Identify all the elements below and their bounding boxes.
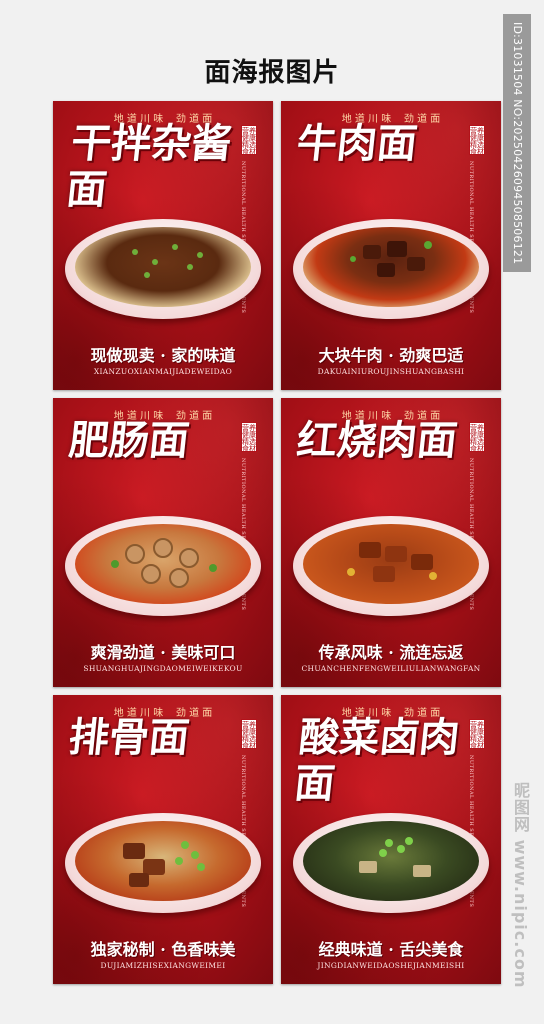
noodle-bowl-image: [65, 516, 261, 634]
watermark-id: ID:31031504 NO:20250426094508506121: [503, 14, 531, 272]
bowl-food: [303, 821, 479, 901]
beef-chunks: [350, 241, 432, 277]
bowl-food: [303, 227, 479, 307]
poster-slogan: 经典味道 · 舌尖美食: [318, 940, 464, 959]
quality-seal: 营养健康 精选食材: [241, 719, 257, 750]
dish-name: 红烧肉面: [294, 417, 460, 464]
seal-text: 营养健康 精选食材: [470, 424, 484, 453]
poster-slogan: 独家秘制 · 色香味美: [90, 940, 236, 959]
poster-zajiang-noodles[interactable]: 地 道 川 味 劲 道 面 干拌杂酱面 营养健康 精选食材 NUTRITIONA…: [53, 101, 273, 390]
quality-seal: 营养健康 精选食材: [241, 422, 257, 453]
noodle-bowl-image: [293, 516, 489, 634]
seal-text: 营养健康 精选食材: [242, 127, 256, 156]
dish-name: 干拌杂酱面: [64, 120, 234, 213]
dish-name: 牛肉面: [294, 120, 420, 167]
dish-name: 酸菜卤肉面: [292, 714, 462, 807]
poster-pinyin: JINGDIANWEIDAOSHEJIANMEISHI: [317, 961, 465, 970]
pork-pieces: [347, 542, 437, 582]
rib-pieces: [123, 841, 205, 887]
noodle-bowl-image: [293, 219, 489, 337]
bowl-food: [303, 524, 479, 604]
poster-intestine-noodles[interactable]: 地 道 川 味 劲 道 面 肥肠面 营养健康 精选食材 NUTRITIONAL …: [53, 398, 273, 687]
poster-pinyin: XIANZUOXIANMAIJIADEWEIDAO: [93, 367, 233, 376]
noodle-bowl-image: [65, 219, 261, 337]
quality-seal: 营养健康 精选食材: [469, 422, 485, 453]
poster-slogan: 爽滑劲道 · 美味可口: [90, 643, 236, 662]
poster-pinyin: DUJIAMIZHISEXIANGWEIMEI: [100, 961, 226, 970]
intestine-pieces: [111, 538, 217, 588]
quality-seal: 营养健康 精选食材: [469, 125, 485, 156]
poster-pinyin: SHUANGHUAJINGDAOMEIWEIKEKOU: [83, 664, 243, 673]
poster-slogan: 现做现卖 · 家的味道: [90, 346, 236, 365]
page-title: 面海报图片: [204, 58, 340, 88]
poster-beef-noodles[interactable]: 地 道 川 味 劲 道 面 牛肉面 营养健康 精选食材 NUTRITIONAL …: [281, 101, 501, 390]
poster-braised-pork-noodles[interactable]: 地 道 川 味 劲 道 面 红烧肉面 营养健康 精选食材 NUTRITIONAL…: [281, 398, 501, 687]
quality-seal: 营养健康 精选食材: [469, 719, 485, 750]
quality-seal: 营养健康 精选食材: [241, 125, 257, 156]
seal-text: 营养健康 精选食材: [470, 721, 484, 750]
poster-pinyin: CHUANCHENFENGWEILIULIANWANGFAN: [301, 664, 481, 673]
seal-text: 营养健康 精选食材: [242, 424, 256, 453]
poster-slogan: 传承风味 · 流连忘返: [318, 643, 464, 662]
noodle-bowl-image: [65, 813, 261, 931]
poster-slogan: 大块牛肉 · 劲爽巴适: [318, 346, 464, 365]
poster-pinyin: DAKUAINIUROUJINSHUANGBASHI: [317, 367, 465, 376]
poster-pickled-cabbage-noodles[interactable]: 地 道 川 味 劲 道 面 酸菜卤肉面 营养健康 精选食材 NUTRITIONA…: [281, 695, 501, 984]
pickled-vegetables: [359, 837, 431, 877]
dish-name: 排骨面: [66, 714, 192, 761]
bowl-food: [75, 821, 251, 901]
noodle-bowl-image: [293, 813, 489, 931]
dish-name: 肥肠面: [66, 417, 192, 464]
seal-text: 营养健康 精选食材: [242, 721, 256, 750]
seal-text: 营养健康 精选食材: [470, 127, 484, 156]
bowl-food: [75, 227, 251, 307]
watermark-site: 昵图网 www.nipic.com: [511, 781, 530, 989]
scallion-garnish: [132, 244, 203, 278]
poster-pork-rib-noodles[interactable]: 地 道 川 味 劲 道 面 排骨面 营养健康 精选食材 NUTRITIONAL …: [53, 695, 273, 984]
bowl-food: [75, 524, 251, 604]
